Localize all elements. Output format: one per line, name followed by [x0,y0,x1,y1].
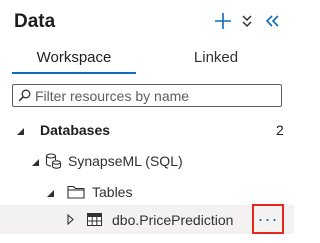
more-actions-button[interactable]: ··· [252,204,284,234]
plus-icon[interactable] [210,8,236,34]
database-icon [45,153,62,169]
tree-item-databases[interactable]: Databases 2 [0,116,294,144]
filter-box [12,84,282,107]
filter-input[interactable] [35,87,275,104]
search-icon [18,89,31,102]
tree-item-priceprediction[interactable]: dbo.PricePrediction [0,205,294,234]
tree-label-priceprediction: dbo.PricePrediction [112,211,234,228]
tab-workspace[interactable]: Workspace [12,44,136,74]
expanded-caret-icon[interactable] [16,127,25,136]
tree-item-synapseml[interactable]: SynapseML (SQL) [0,147,294,175]
panel-title: Data [14,11,56,32]
double-chevron-left-icon[interactable] [260,8,284,34]
panel-header: Data [0,0,294,44]
more-actions-label: ··· [257,208,279,229]
tab-linked[interactable]: Linked [156,44,276,74]
databases-count-badge: 2 [276,122,284,138]
folder-icon [67,185,85,199]
table-icon [87,213,102,226]
tab-linked-label: Linked [193,49,239,66]
tree-item-tables[interactable]: Tables [0,178,294,206]
selected-tab-indicator [12,72,136,74]
tab-workspace-label: Workspace [36,49,112,66]
expanded-caret-icon[interactable] [31,158,40,167]
tab-bar: Workspace Linked [0,44,294,74]
tree-label-synapseml: SynapseML (SQL) [68,153,183,169]
collapsed-caret-icon[interactable] [67,214,74,225]
expanded-caret-icon[interactable] [46,189,55,198]
tree-label-tables: Tables [92,184,133,200]
tree-label-databases: Databases [40,122,111,138]
double-chevron-down-icon[interactable] [237,8,257,34]
